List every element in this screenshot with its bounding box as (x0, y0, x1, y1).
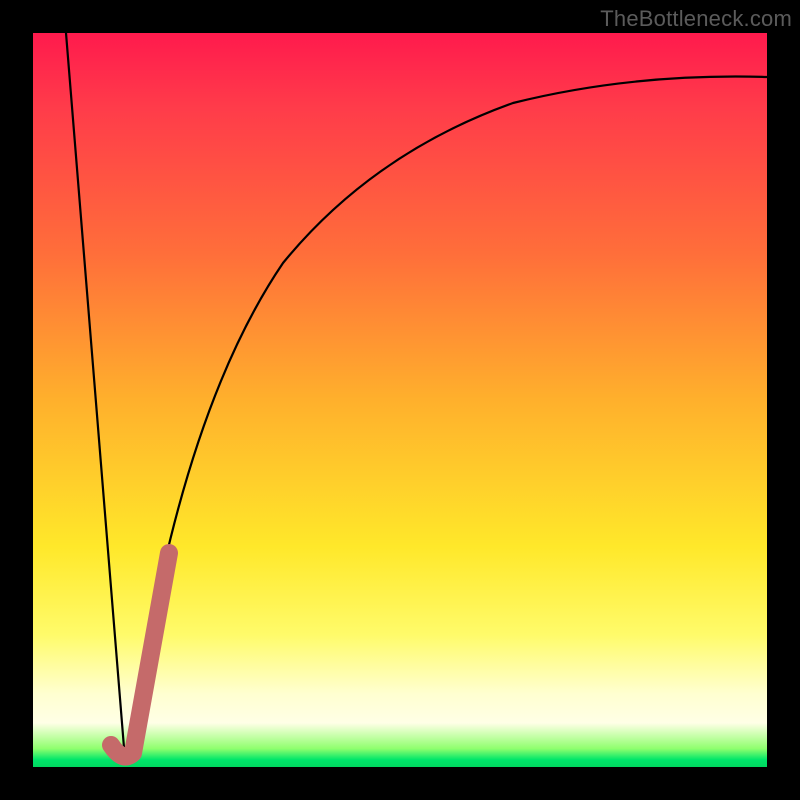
curve-layer (33, 33, 767, 767)
highlight-segment (111, 553, 169, 757)
bottleneck-curve (66, 33, 767, 760)
chart-frame: TheBottleneck.com (0, 0, 800, 800)
watermark-text: TheBottleneck.com (600, 6, 792, 32)
plot-area (33, 33, 767, 767)
